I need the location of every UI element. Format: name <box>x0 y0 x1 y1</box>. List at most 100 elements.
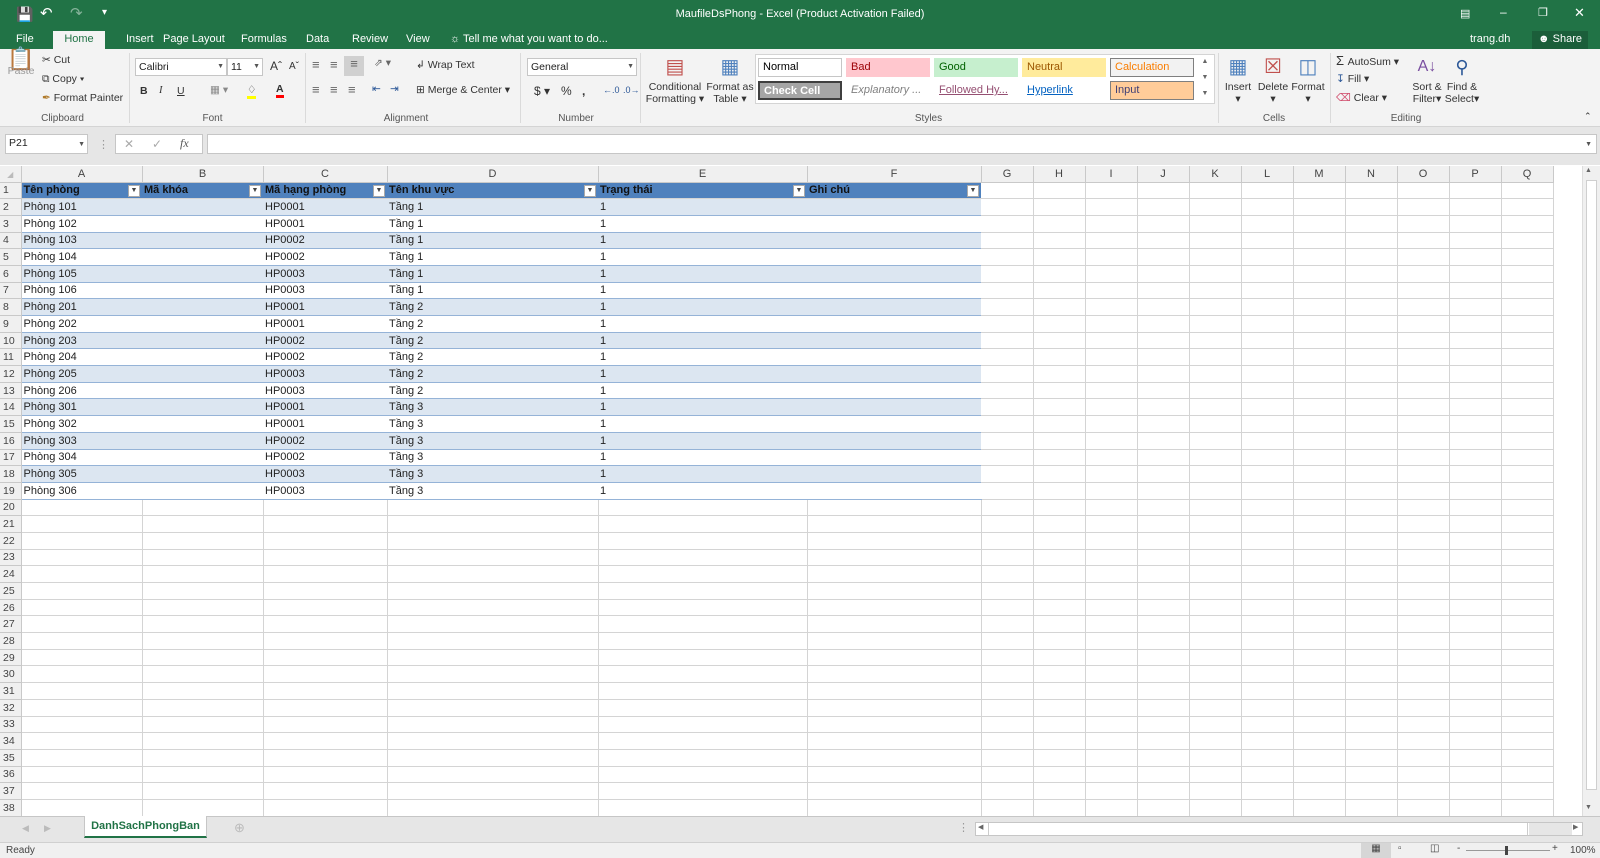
row-header[interactable]: 28 <box>0 632 22 650</box>
cell[interactable] <box>1241 732 1294 750</box>
cell[interactable] <box>21 665 143 684</box>
cell[interactable] <box>981 232 1034 250</box>
cell[interactable] <box>1501 415 1554 433</box>
cell[interactable] <box>1397 766 1450 784</box>
cell[interactable] <box>1137 248 1190 266</box>
cell[interactable] <box>807 382 981 400</box>
cell[interactable] <box>1293 649 1346 667</box>
cell[interactable] <box>807 632 982 650</box>
cell[interactable] <box>1085 599 1138 617</box>
cell[interactable] <box>263 582 388 600</box>
cell[interactable] <box>21 532 143 550</box>
cell[interactable] <box>1397 248 1450 266</box>
cell[interactable] <box>1085 649 1138 667</box>
cell[interactable]: Tầng 1 <box>387 248 598 266</box>
cell[interactable] <box>1293 549 1346 567</box>
row-header[interactable]: 18 <box>0 465 22 483</box>
row-header[interactable]: 5 <box>0 248 22 266</box>
cell[interactable] <box>21 749 143 767</box>
cell[interactable] <box>1501 215 1554 233</box>
cell[interactable] <box>1397 398 1450 417</box>
cell[interactable] <box>1293 315 1346 333</box>
cell[interactable] <box>1033 332 1086 350</box>
cell[interactable] <box>1033 482 1086 500</box>
row-header[interactable]: 3 <box>0 215 22 233</box>
cell[interactable] <box>1501 482 1554 500</box>
cell[interactable] <box>981 699 1034 717</box>
user-name[interactable]: trang.dh <box>1462 31 1518 49</box>
cell[interactable] <box>1137 449 1190 467</box>
cell[interactable] <box>1085 398 1138 417</box>
cell[interactable] <box>1189 382 1242 400</box>
cell[interactable] <box>1241 766 1294 784</box>
table-header-cell[interactable]: Tên khu vực ▼ <box>387 182 598 200</box>
format-as-table-button[interactable]: ▦ Format as Table ▾ <box>705 53 755 105</box>
cell[interactable] <box>1033 716 1086 734</box>
cell[interactable] <box>1501 465 1554 483</box>
cell[interactable] <box>142 582 264 600</box>
cell[interactable]: Tầng 3 <box>387 465 598 483</box>
cell[interactable] <box>1501 449 1554 467</box>
cell[interactable] <box>1137 799 1190 817</box>
cell[interactable] <box>981 482 1034 500</box>
align-bottom-icon[interactable]: ≡ <box>344 56 364 76</box>
insert-cells-button[interactable]: ▦ Insert ▾ <box>1222 53 1254 105</box>
cell[interactable] <box>1397 699 1450 717</box>
cell[interactable] <box>263 732 388 750</box>
cell[interactable] <box>807 215 981 233</box>
cell[interactable] <box>1085 632 1138 650</box>
cell[interactable] <box>1241 248 1294 266</box>
cell[interactable] <box>1449 282 1502 300</box>
cell[interactable] <box>1241 699 1294 717</box>
cell[interactable] <box>1501 432 1554 450</box>
cell[interactable] <box>1241 449 1294 467</box>
cell[interactable] <box>1345 682 1398 700</box>
cell[interactable] <box>142 699 264 717</box>
gallery-scroll[interactable]: ▲ ▼ ▼ <box>1199 54 1211 104</box>
cell[interactable] <box>1085 716 1138 734</box>
number-format-select[interactable]: General ▼ <box>527 58 637 76</box>
cell[interactable] <box>1241 415 1294 433</box>
filter-dropdown-icon[interactable]: ▼ <box>793 184 805 197</box>
cell[interactable] <box>1085 182 1138 200</box>
cell[interactable] <box>21 615 143 634</box>
cell[interactable] <box>1345 215 1398 233</box>
cell[interactable] <box>1293 215 1346 233</box>
cell[interactable] <box>142 732 264 750</box>
cell[interactable] <box>1501 799 1554 817</box>
cell[interactable] <box>1085 198 1138 216</box>
cell[interactable] <box>1397 482 1450 500</box>
row-header[interactable]: 33 <box>0 716 22 734</box>
increase-indent-icon[interactable]: ⇥ <box>390 83 399 95</box>
cell[interactable] <box>1293 432 1346 450</box>
autosum-button[interactable]: Σ AutoSum ▾ <box>1336 53 1399 68</box>
cell[interactable] <box>1033 265 1086 283</box>
cell[interactable] <box>1085 315 1138 333</box>
cell[interactable] <box>142 315 263 333</box>
normal-view-icon[interactable]: ▦ <box>1361 843 1391 858</box>
cell[interactable] <box>1085 415 1138 433</box>
cell[interactable]: Phòng 201 <box>21 298 142 316</box>
cell[interactable] <box>1033 248 1086 266</box>
cell[interactable] <box>807 549 982 567</box>
cell[interactable] <box>1293 766 1346 784</box>
cell[interactable] <box>1241 649 1294 667</box>
cell[interactable] <box>1397 315 1450 333</box>
cell[interactable] <box>598 549 808 567</box>
cell[interactable] <box>1241 465 1294 483</box>
cell[interactable] <box>1345 749 1398 767</box>
cell[interactable] <box>1241 332 1294 350</box>
cell[interactable] <box>1241 799 1294 817</box>
cell[interactable] <box>1501 265 1554 283</box>
row-header[interactable]: 35 <box>0 749 22 767</box>
cell[interactable]: HP0001 <box>263 315 387 333</box>
cell[interactable] <box>1033 549 1086 567</box>
cell[interactable] <box>1397 215 1450 233</box>
cell[interactable] <box>1449 565 1502 583</box>
cell[interactable] <box>1449 732 1502 750</box>
currency-button[interactable]: $ ▾ <box>534 84 550 98</box>
cell[interactable] <box>1085 515 1138 533</box>
cell[interactable] <box>142 365 263 383</box>
cell[interactable] <box>1033 799 1086 817</box>
cell[interactable] <box>142 632 264 650</box>
